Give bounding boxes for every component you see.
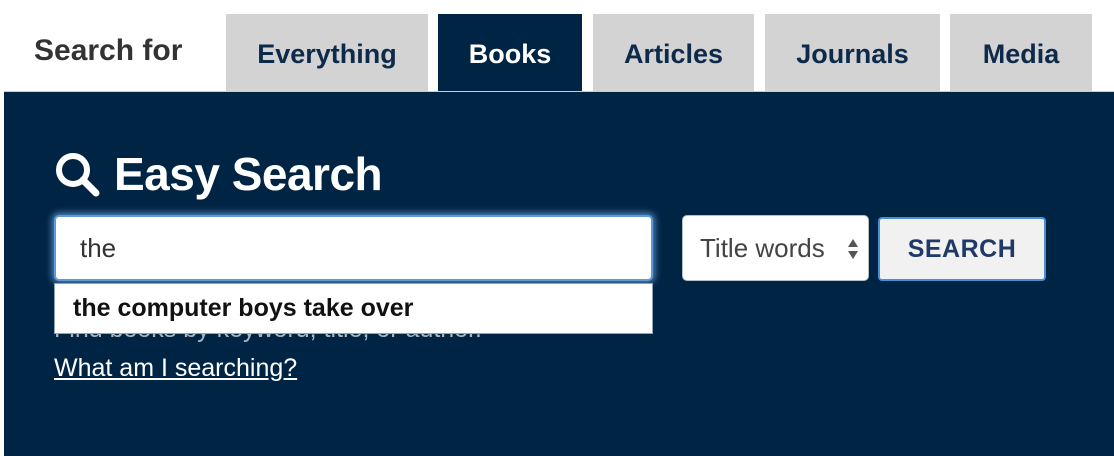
autocomplete-dropdown: the computer boys take over bbox=[54, 283, 653, 334]
tab-articles[interactable]: Articles bbox=[593, 14, 754, 92]
search-field-selected: Title words bbox=[700, 232, 825, 263]
tab-everything[interactable]: Everything bbox=[226, 14, 428, 92]
search-for-label: Search for bbox=[34, 34, 183, 67]
search-input[interactable] bbox=[54, 215, 653, 281]
tab-journals[interactable]: Journals bbox=[765, 14, 940, 92]
sort-arrows-icon bbox=[848, 239, 858, 259]
search-tabs: Search for Everything Books Articles Jou… bbox=[0, 0, 1114, 92]
books-search-panel: Easy Search Title words SEARCH Find book… bbox=[4, 91, 1114, 456]
tab-media[interactable]: Media bbox=[950, 14, 1092, 92]
search-button[interactable]: SEARCH bbox=[878, 217, 1046, 281]
search-widget: Search for Everything Books Articles Jou… bbox=[0, 0, 1114, 456]
tab-books[interactable]: Books bbox=[438, 14, 582, 92]
panel-title: Easy Search bbox=[54, 147, 383, 201]
search-icon bbox=[56, 153, 100, 197]
search-field-select[interactable]: Title words bbox=[682, 215, 869, 281]
autocomplete-suggestion[interactable]: the computer boys take over bbox=[73, 294, 413, 323]
panel-title-text: Easy Search bbox=[114, 148, 383, 200]
what-am-i-searching-link[interactable]: What am I searching? bbox=[54, 354, 297, 383]
